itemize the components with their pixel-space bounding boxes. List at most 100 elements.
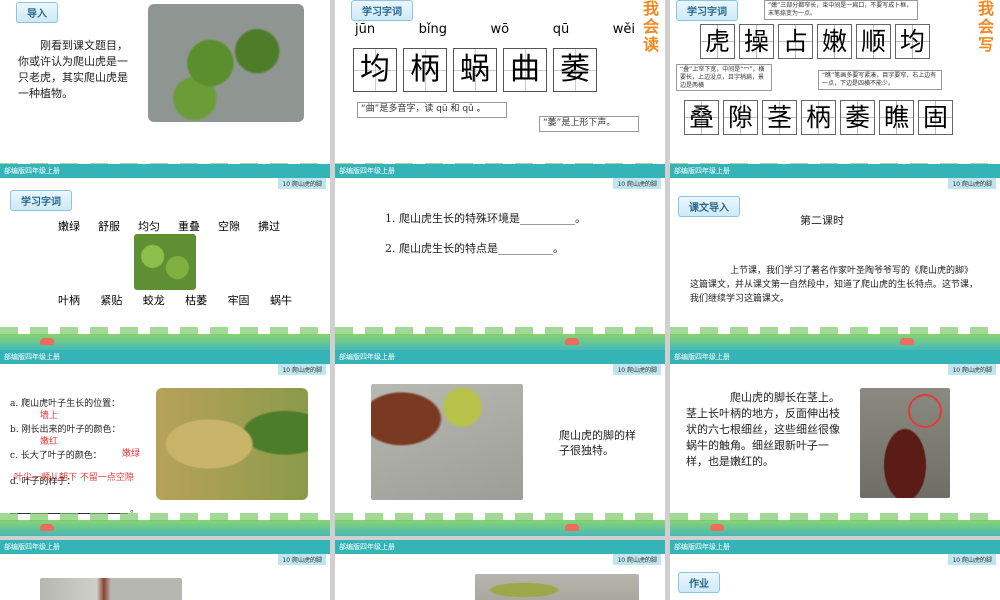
pinyin: jūn [355,22,376,37]
slide-9[interactable]: 部编版四年级上册 10 爬山虎的脚 爬山虎的脚长在茎上。茎上长叶柄的地方，反面伸… [670,350,1000,536]
brand-label: 部编版四年级上册 [4,543,60,551]
slide-3[interactable]: 学习字词 “嫩”三部分都窄长，束中间是一扁口，不要写成卜框，末笔捺变为一点。 虎… [670,0,1000,186]
footer-decoration [335,327,665,350]
char-cell: 顺 [856,24,891,59]
word-row-1: 嫩绿 舒服 均匀 重叠 空隙 拂过 [58,218,280,234]
slide-8[interactable]: 部编版四年级上册 10 爬山虎的脚 爬山虎的脚的样子很独特。 [335,350,665,536]
car-icon [565,338,579,345]
char-row: 均柄蜗曲萎 [353,48,603,92]
lesson-label: 10 爬山虎的脚 [613,554,661,565]
footer-decoration [670,327,1000,350]
ivy-stem-photo [40,578,182,600]
slide-1[interactable]: 导入 刚看到课文题目，你或许认为爬山虎是一只老虎，其实爬山虎是一种植物。 [0,0,330,186]
ivy-feet-description: 爬山虎的脚的样子很独特。 [559,429,636,457]
vocab-word: 重叠 [178,220,200,233]
ivy-wall-photo [148,4,304,122]
car-icon [900,338,914,345]
ivy-leaf-photo [156,388,308,500]
question-2: 2. 爬山虎生长的特点是__________。 [385,242,564,255]
write-row-2: 叠隙茎柄萎瞧固 [684,100,957,135]
car-icon [40,338,54,345]
lesson-label: 10 爬山虎的脚 [948,178,996,189]
slide-header: 部编版四年级上册 [670,540,1000,554]
slide-12[interactable]: 部编版四年级上册 10 爬山虎的脚 作业 [670,540,1000,600]
brand-label: 部编版四年级上册 [674,353,730,361]
char-cell: 蜗 [453,48,497,92]
vocab-word: 拂过 [258,220,280,233]
char-cell: 曲 [503,48,547,92]
brand-label: 部编版四年级上册 [339,353,395,361]
vocab-word: 嫩绿 [58,220,80,233]
footer-decoration [670,513,1000,536]
char-cell: 叠 [684,100,719,135]
ivy-feet-photo [371,384,523,500]
question-1: 1. 爬山虎生长的特殊环境是__________。 [385,212,586,225]
brand-label: 部编版四年级上册 [4,353,60,361]
char-cell: 虎 [700,24,735,59]
slide-4[interactable]: 部编版四年级上册 10 爬山虎的脚 学习字词 嫩绿 舒服 均匀 重叠 空隙 拂过 叶柄 紧贴… [0,164,330,350]
brand-label: 部编版四年级上册 [339,543,395,551]
slide-header: 部编版四年级上册 [670,350,1000,364]
ivy-photo [134,234,196,290]
vocab-word: 枯萎 [185,294,208,307]
pinyin: qū [552,22,570,37]
pinyin: wō [490,22,510,37]
char-cell: 萎 [840,100,875,135]
writing-note-right: “瞧”笔画多要写紧凑，目字要窄，右上边有一点，下边是四横不能少。 [818,70,942,90]
lesson-label: 10 爬山虎的脚 [278,178,326,189]
answer-c: 嫩绿 [122,449,141,459]
writing-note-left: “叠”上窄下宽，中间是“冖”，横要长，上边没点，且字稍扁，景边是两横 [676,64,772,92]
vocab-word: 紧贴 [100,294,123,307]
char-cell: 固 [918,100,953,135]
question-b: b. 刚长出来的叶子的颜色： [10,425,121,435]
slide-tag: 学习字词 [676,0,738,21]
lesson-label: 10 爬山虎的脚 [278,364,326,375]
pinyin-row: jūn bǐng wō qū wěi [355,22,635,37]
vocab-word: 蛟龙 [142,294,165,307]
slide-header: 部编版四年级上册 [0,350,330,364]
intro-paragraph: 上节课，我们学习了著名作家叶圣陶爷爷写的《爬山虎的脚》这篇课文，并从课文第一自然… [690,266,979,304]
footer-decoration [335,513,665,536]
writing-note-top: “嫩”三部分都窄长，束中间是一扁口，不要写成卜框，末笔捺变为一点。 [764,0,918,20]
car-icon [565,524,579,531]
question-a: a. 爬山虎叶子生长的位置： [10,399,121,409]
answer-d: 叶尖一顺儿朝下 不留一点空隙 [14,473,134,483]
brand-label: 部编版四年级上册 [4,167,60,175]
slide-tag: 导入 [16,2,58,23]
char-cell: 隙 [723,100,758,135]
answer-a: 墙上 [40,411,59,421]
highlight-circle [908,394,942,428]
footer-decoration [0,513,330,536]
vocab-word: 舒服 [98,220,120,233]
slide-6[interactable]: 部编版四年级上册 10 爬山虎的脚 课文导入 第二课时 上节课，我们学习了著名作… [670,164,1000,350]
slide-tag: 学习字词 [351,0,413,21]
char-cell: 瞧 [879,100,914,135]
char-cell: 均 [353,48,397,92]
vocab-word: 蜗牛 [269,294,292,307]
footer-decoration [0,327,330,350]
lesson-label: 10 爬山虎的脚 [948,364,996,375]
slide-header: 部编版四年级上册 [0,540,330,554]
slide-10[interactable]: 部编版四年级上册 10 爬山虎的脚 [0,540,330,600]
vocab-word: 牢固 [227,294,250,307]
intro-text: 刚看到课文题目，你或许认为爬山虎是一只老虎，其实爬山虎是一种植物。 [18,39,128,100]
slide-tag: 课文导入 [678,196,740,217]
lesson-period: 第二课时 [800,214,844,227]
lesson-label: 10 爬山虎的脚 [948,554,996,565]
slide-header: 部编版四年级上册 [335,350,665,364]
char-cell: 占 [778,24,813,59]
pinyin: bǐng [418,22,447,37]
char-cell: 萎 [553,48,597,92]
slide-11[interactable]: 部编版四年级上册 10 爬山虎的脚 [335,540,665,600]
car-icon [710,524,724,531]
lesson-label: 10 爬山虎的脚 [613,364,661,375]
answer-b: 嫩红 [40,437,59,447]
vocab-word: 叶柄 [58,294,80,307]
question-c: c. 长大了叶子的颜色： [10,451,102,461]
side-title: 我会写 [975,0,994,54]
slide-header: 部编版四年级上册 [335,164,665,178]
slide-5[interactable]: 部编版四年级上册 10 爬山虎的脚 1. 爬山虎生长的特殊环境是________… [335,164,665,350]
slide-header: 部编版四年级上册 [335,540,665,554]
slide-7[interactable]: 部编版四年级上册 10 爬山虎的脚 a. 爬山虎叶子生长的位置： 墙上 b. 刚… [0,350,330,536]
slide-2[interactable]: 学习字词 jūn bǐng wō qū wěi 均柄蜗曲萎 “曲”是多音字，读 … [335,0,665,186]
